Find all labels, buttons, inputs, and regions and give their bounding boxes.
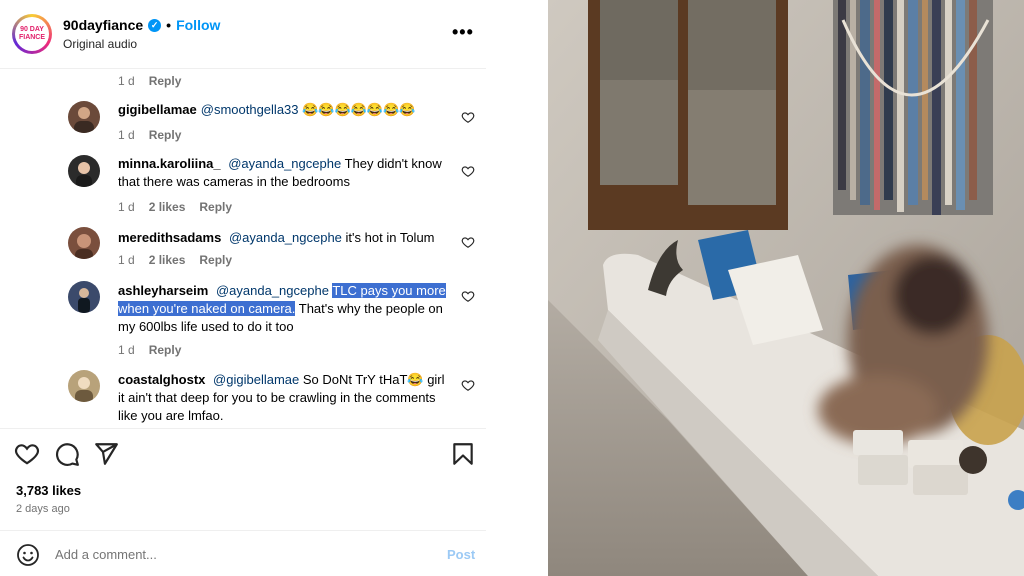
likes-count[interactable]: 3,783 likes [16, 483, 81, 498]
comment-meta: 1 d Reply [118, 74, 195, 88]
divider [0, 428, 486, 429]
post-header: 90 DAY FIANCE 90dayfiance ✓ • Follow Ori… [0, 0, 486, 69]
like-comment-heart-icon[interactable] [461, 110, 475, 124]
comment-username[interactable]: coastalghostx [118, 372, 205, 387]
comment-text: 😂😂😂😂😂😂😂 [302, 102, 416, 117]
comment-likes[interactable]: 2 likes [149, 253, 186, 267]
comment-username[interactable]: ashleyharseim [118, 283, 208, 298]
heart-icon[interactable] [14, 441, 40, 467]
divider [0, 530, 486, 531]
like-comment-heart-icon[interactable] [461, 378, 475, 392]
emoji-icon[interactable] [16, 543, 40, 567]
comment-username[interactable]: gigibellamae [118, 102, 197, 117]
reply-button[interactable]: Reply [149, 343, 182, 357]
like-comment-heart-icon[interactable] [461, 289, 475, 303]
post-panel: 90 DAY FIANCE 90dayfiance ✓ • Follow Ori… [0, 0, 486, 576]
comment-likes[interactable]: 2 likes [149, 200, 186, 214]
share-icon[interactable] [93, 441, 119, 467]
gutter [486, 0, 548, 576]
add-comment-input[interactable] [55, 547, 415, 562]
post-date: 2 days ago [16, 503, 70, 515]
commenter-avatar[interactable] [68, 155, 100, 187]
reply-button[interactable]: Reply [149, 128, 182, 142]
commenter-avatar[interactable] [68, 227, 100, 259]
reply-button[interactable]: Reply [199, 253, 232, 267]
like-comment-heart-icon[interactable] [461, 164, 475, 178]
comment-age: 1 d [118, 343, 135, 357]
comment-mention[interactable]: @ayanda_ngcephe [216, 283, 329, 298]
username[interactable]: 90dayfiance [63, 17, 143, 33]
comment-mention[interactable]: @gigibellamae [213, 372, 299, 387]
comment-age: 1 d [118, 128, 135, 142]
post-button[interactable]: Post [447, 547, 475, 562]
profile-avatar[interactable]: 90 DAY FIANCE [12, 14, 52, 54]
comment-mention[interactable]: @ayanda_ngcephe [228, 156, 341, 171]
commenter-avatar[interactable] [68, 101, 100, 133]
comment-icon[interactable] [54, 441, 80, 467]
comment-age: 1 d [118, 200, 135, 214]
comment-username[interactable]: meredithsadams [118, 230, 221, 245]
separator-dot: • [166, 17, 172, 33]
video-scene-image [548, 0, 1024, 576]
reply-button[interactable]: Reply [149, 74, 182, 88]
verified-icon: ✓ [148, 18, 162, 32]
comment-text: it's hot in Tolum [345, 230, 435, 245]
like-comment-heart-icon[interactable] [461, 235, 475, 249]
video-frame[interactable] [548, 0, 1024, 576]
reply-button[interactable]: Reply [199, 200, 232, 214]
audio-label[interactable]: Original audio [63, 37, 137, 51]
save-icon[interactable] [450, 441, 476, 467]
comment-age: 1 d [118, 253, 135, 267]
follow-button[interactable]: Follow [176, 17, 220, 33]
comment-age: 1 d [118, 74, 135, 88]
more-options-icon[interactable]: ••• [452, 22, 474, 43]
comment-mention[interactable]: @smoothgella33 [201, 102, 299, 117]
commenter-avatar[interactable] [68, 281, 100, 313]
commenter-avatar[interactable] [68, 370, 100, 402]
logo-text: 90 DAY FIANCE [18, 26, 46, 41]
comment-mention[interactable]: @ayanda_ngcephe [229, 230, 342, 245]
comment-username[interactable]: minna.karoliina_ [118, 156, 221, 171]
